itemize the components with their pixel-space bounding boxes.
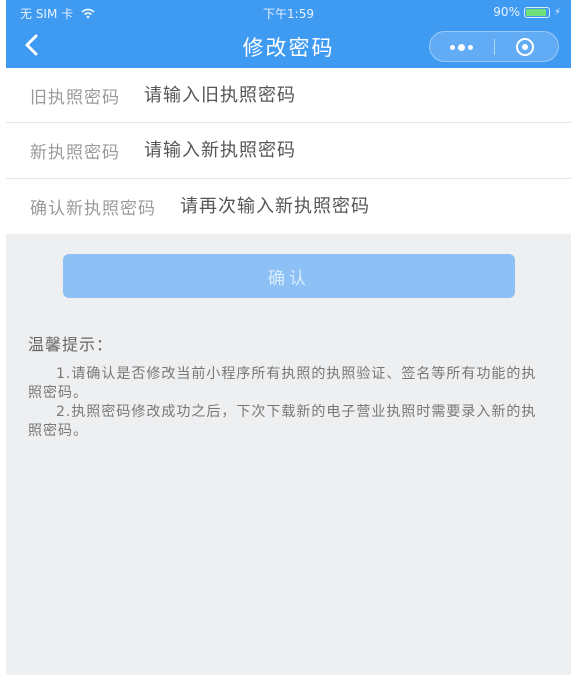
new-password-input[interactable]	[142, 139, 446, 162]
battery-percent: 90%	[493, 5, 520, 19]
status-bar: 无 SIM 卡 下午1:59 90% ⚡	[6, 0, 571, 24]
battery-status: 90% ⚡	[493, 5, 561, 19]
battery-level	[525, 8, 546, 16]
battery-icon	[523, 6, 550, 18]
miniprogram-capsule	[429, 31, 559, 62]
capsule-divider	[494, 39, 495, 55]
confirm-button[interactable]: 确认	[63, 254, 515, 298]
old-password-row: 旧执照密码	[6, 68, 571, 123]
new-password-label: 新执照密码	[30, 143, 120, 163]
header: 无 SIM 卡 下午1:59 90% ⚡ 修改密码	[6, 0, 571, 68]
old-password-input[interactable]	[142, 83, 446, 107]
confirm-password-input[interactable]	[178, 195, 482, 218]
password-form: 旧执照密码 新执照密码 确认新执照密码	[6, 68, 571, 234]
old-password-label: 旧执照密码	[30, 87, 120, 108]
charging-icon: ⚡	[553, 6, 561, 18]
new-password-row: 新执照密码	[6, 123, 571, 179]
app-screen: 无 SIM 卡 下午1:59 90% ⚡ 修改密码 旧执照密码 新执照密码 确认…	[6, 0, 571, 675]
tips-title: 温馨提示：	[28, 335, 114, 354]
tip-item-2: 2.执照密码修改成功之后，下次下载新的电子营业执照时需要录入新的执照密码。	[28, 404, 537, 439]
status-time: 下午1:59	[263, 7, 314, 21]
nav-bar: 修改密码	[6, 24, 571, 68]
confirm-password-row: 确认新执照密码	[6, 179, 571, 234]
more-dots-icon[interactable]	[450, 44, 473, 51]
confirm-password-label: 确认新执照密码	[30, 199, 156, 219]
miniprogram-close-icon[interactable]	[516, 38, 534, 56]
tip-item-1: 1.请确认是否修改当前小程序所有执照的执照验证、签名等所有功能的执照密码。	[28, 366, 537, 401]
tips-section: 温馨提示： 1.请确认是否修改当前小程序所有执照的执照验证、签名等所有功能的执照…	[28, 331, 548, 441]
